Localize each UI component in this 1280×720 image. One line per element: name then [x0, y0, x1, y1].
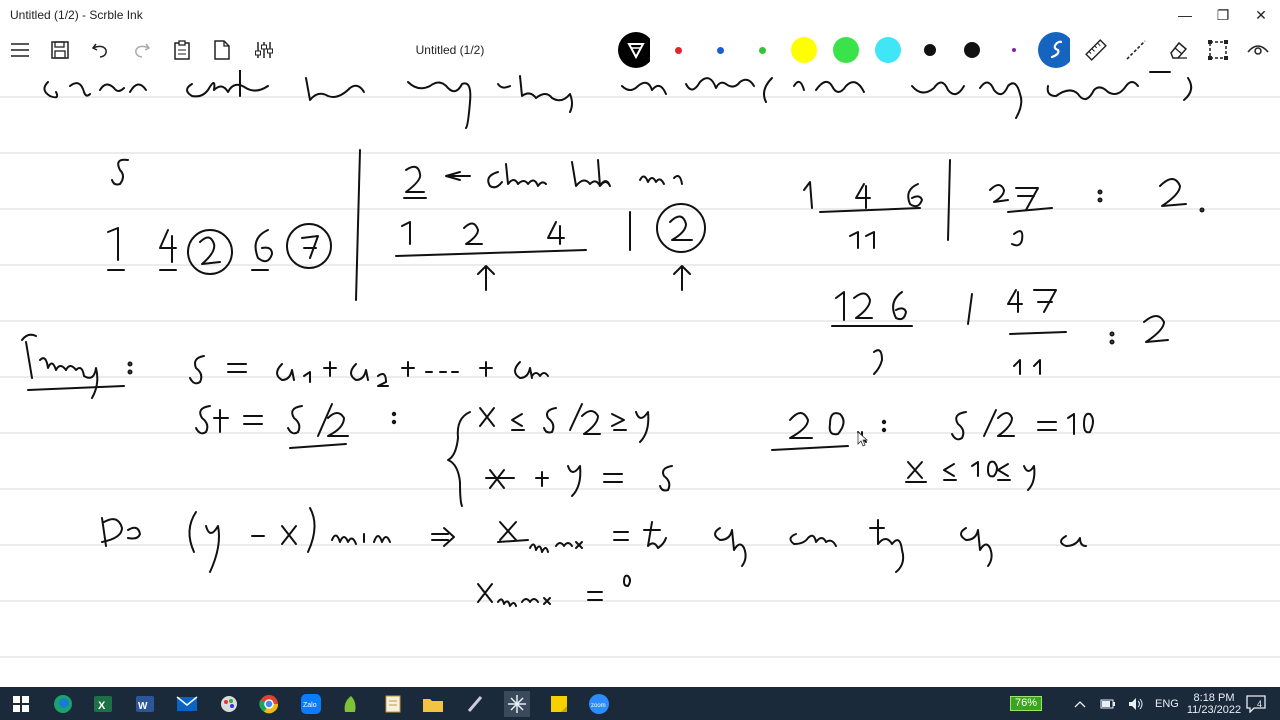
notification-icon: [1246, 694, 1266, 713]
scrble-ink-icon[interactable]: [504, 691, 530, 717]
chevron-up-icon[interactable]: [1074, 687, 1086, 720]
word-icon[interactable]: W: [132, 691, 158, 717]
chrome-icon[interactable]: [256, 691, 282, 717]
notification-center[interactable]: 4: [1246, 687, 1266, 720]
clock[interactable]: 8:18 PM 11/23/2022: [1186, 687, 1242, 720]
svg-text:W: W: [138, 701, 148, 712]
pen-green[interactable]: [746, 34, 778, 66]
notepad-plus-icon[interactable]: [338, 691, 364, 717]
paste-icon[interactable]: [166, 34, 198, 66]
close-button[interactable]: ✕: [1242, 0, 1280, 30]
pen-black-filter[interactable]: [618, 32, 650, 68]
handwriting-layer: [0, 70, 1280, 658]
redo-icon[interactable]: [126, 34, 158, 66]
battery-level: 76%: [1010, 696, 1043, 711]
undo-icon[interactable]: [84, 34, 116, 66]
pen-purple[interactable]: [998, 34, 1030, 66]
windows-taskbar: X W Zalo zoom 76% ENG 8:18 PM 11/23/2022…: [0, 687, 1280, 720]
clock-time: 8:18 PM: [1193, 691, 1235, 704]
title-bar: Untitled (1/2) - Scrble Ink — ❐ ✕: [0, 0, 1280, 30]
file-explorer-icon[interactable]: [420, 691, 446, 717]
windows-start-icon[interactable]: [8, 691, 34, 717]
new-page-icon[interactable]: [206, 34, 238, 66]
volume-icon[interactable]: [1128, 687, 1144, 720]
eye-icon[interactable]: [1242, 34, 1274, 66]
pen-black-medium[interactable]: [914, 34, 946, 66]
zoom-icon[interactable]: zoom: [586, 691, 612, 717]
excel-icon[interactable]: X: [90, 691, 116, 717]
script-icon[interactable]: [380, 691, 406, 717]
window-title: Untitled (1/2) - Scrble Ink: [10, 8, 143, 22]
paint-icon[interactable]: [216, 691, 242, 717]
clock-date: 11/23/2022: [1186, 703, 1242, 716]
highlighter-cyan[interactable]: [872, 34, 904, 66]
zalo-icon[interactable]: Zalo: [298, 691, 324, 717]
svg-text:X: X: [98, 700, 106, 712]
lasso-select-icon[interactable]: [1202, 34, 1234, 66]
pen-blue[interactable]: [704, 34, 736, 66]
notification-count: 4: [1257, 698, 1263, 709]
mail-icon[interactable]: [174, 691, 200, 717]
pen-icon[interactable]: [462, 691, 488, 717]
sticky-notes-icon[interactable]: [546, 691, 572, 717]
save-icon[interactable]: [44, 34, 76, 66]
svg-text:Zalo: Zalo: [303, 702, 317, 709]
toolbar: Untitled (1/2): [0, 30, 1280, 70]
settings-sliders-icon[interactable]: [248, 34, 280, 66]
battery-indicator[interactable]: 76%: [1010, 687, 1043, 720]
maximize-button[interactable]: ❐: [1204, 0, 1242, 30]
hamburger-menu-icon[interactable]: [4, 34, 36, 66]
language-indicator[interactable]: ENG: [1155, 687, 1179, 720]
document-title: Untitled (1/2): [415, 43, 485, 57]
ink-canvas[interactable]: [0, 70, 1280, 687]
line-tool-icon[interactable]: [1120, 34, 1152, 66]
highlighter-green[interactable]: [830, 34, 862, 66]
minimize-button[interactable]: —: [1166, 0, 1204, 30]
edge-icon[interactable]: [50, 691, 76, 717]
pen-blue-active[interactable]: [1038, 32, 1070, 68]
pen-black-large[interactable]: [956, 34, 988, 66]
highlighter-yellow[interactable]: [788, 34, 820, 66]
power-icon[interactable]: [1100, 687, 1116, 720]
eraser-icon[interactable]: [1162, 34, 1194, 66]
ruler-icon[interactable]: [1080, 34, 1112, 66]
pen-red[interactable]: [662, 34, 694, 66]
svg-text:zoom: zoom: [591, 703, 606, 709]
